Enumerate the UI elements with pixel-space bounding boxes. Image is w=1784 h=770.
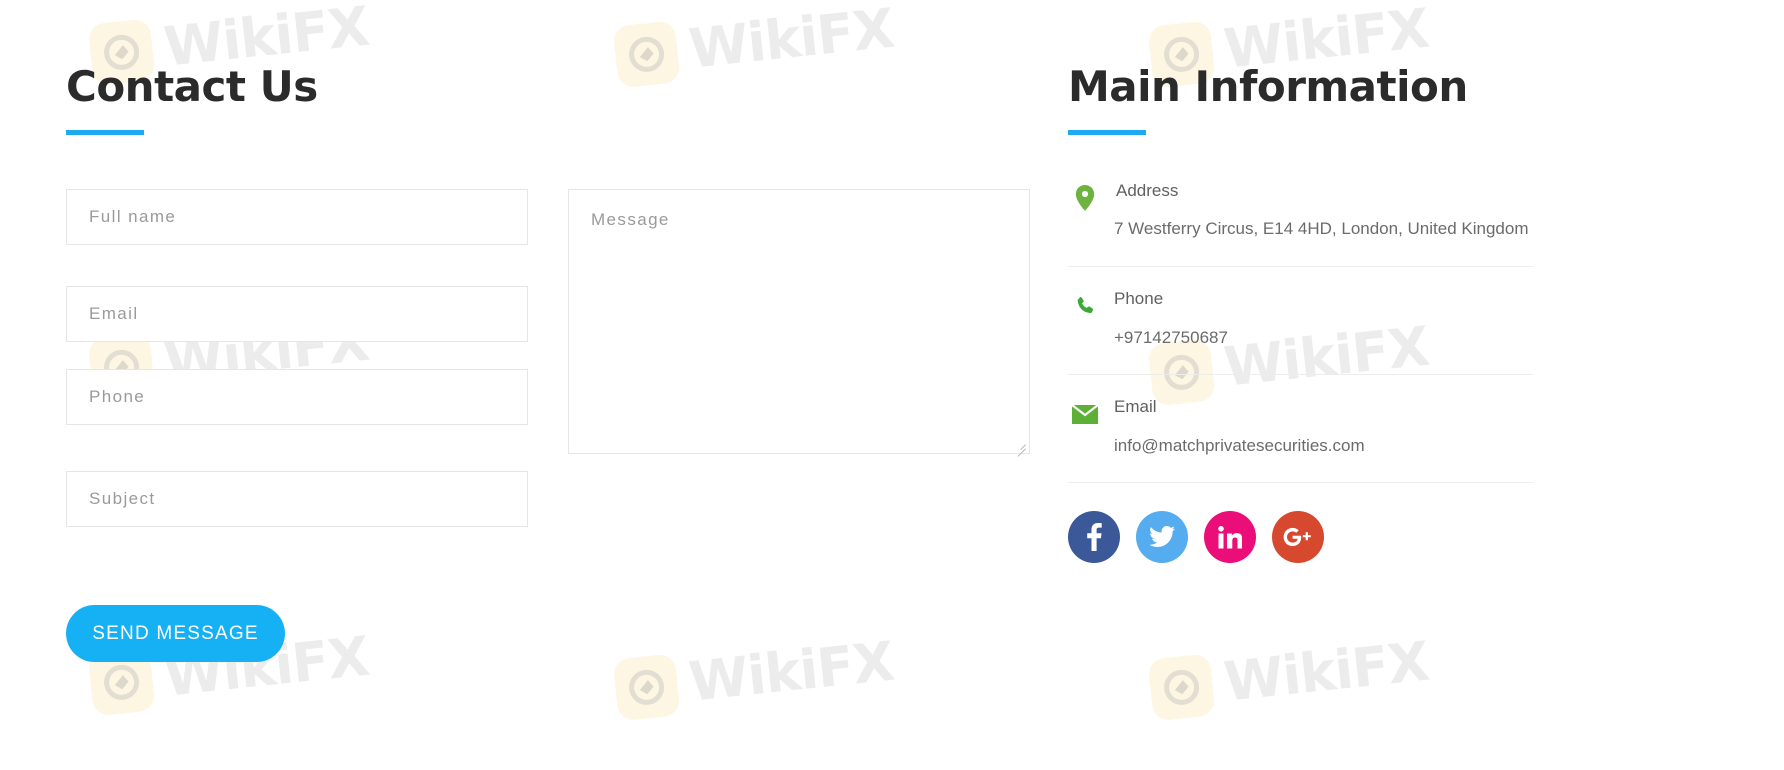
envelope-icon [1072,401,1098,427]
contact-form: Full name Email Phone Subject Message SE… [66,189,1036,689]
info-row-phone: Phone +97142750687 [1068,289,1533,376]
phone-placeholder: Phone [89,387,146,406]
page-content: Contact Us Full name Email Phone Subject… [0,0,1784,770]
email-placeholder: Email [89,304,139,323]
info-title-underline [1068,130,1146,135]
full-name-placeholder: Full name [89,207,177,226]
email-value: info@matchprivatesecurities.com [1114,435,1365,455]
full-name-input[interactable]: Full name [66,189,528,245]
subject-placeholder: Subject [89,489,156,508]
info-row-email: Email info@matchprivatesecurities.com [1068,397,1533,484]
googleplus-icon[interactable] [1272,511,1324,564]
info-list: Address 7 Westferry Circus, E14 4HD, Lon… [1068,181,1533,564]
contact-form-section: Contact Us Full name Email Phone Subject… [66,66,1036,689]
info-title: Main Information [1068,62,1468,111]
address-value: 7 Westferry Circus, E14 4HD, London, Uni… [1114,219,1529,239]
linkedin-icon[interactable] [1204,511,1256,564]
contact-page: WikiFX WikiFX WikiFX WikiFX WikiFX WikiF… [0,0,1784,770]
main-information-section: Main Information Address 7 Westferry Cir… [1068,62,1533,564]
twitter-icon[interactable] [1136,511,1188,564]
location-pin-icon [1072,185,1098,211]
phone-label: Phone [1114,289,1164,309]
info-row-address: Address 7 Westferry Circus, E14 4HD, Lon… [1068,181,1533,268]
social-links [1068,511,1533,564]
phone-icon [1072,293,1098,319]
message-placeholder: Message [591,210,670,229]
page-title: Contact Us [66,62,318,111]
message-textarea[interactable]: Message [568,189,1030,457]
title-underline [66,130,144,135]
textarea-resize-handle[interactable] [1013,437,1027,457]
send-message-button[interactable]: SEND MESSAGE [66,605,285,662]
facebook-icon[interactable] [1068,511,1120,564]
address-label: Address [1116,181,1179,200]
email-label: Email [1114,397,1157,417]
subject-input[interactable]: Subject [66,471,528,527]
phone-input[interactable]: Phone [66,369,528,425]
email-input[interactable]: Email [66,286,528,342]
phone-value: +97142750687 [1114,327,1228,347]
